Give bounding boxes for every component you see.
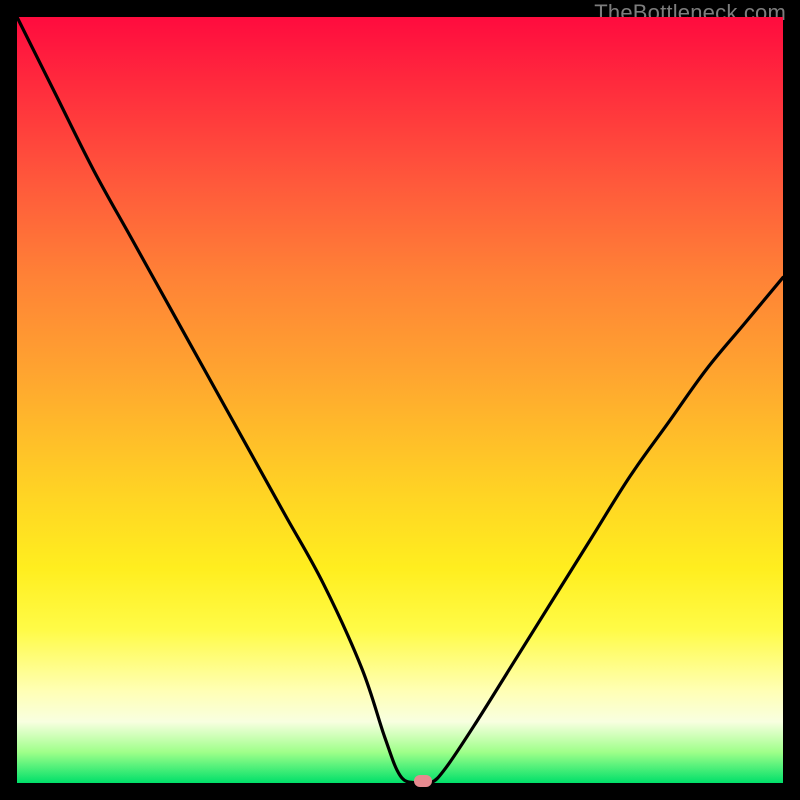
minimum-marker-icon [414,775,432,787]
plot-area [17,17,783,783]
bottleneck-curve [17,17,783,783]
chart-frame: TheBottleneck.com [0,0,800,800]
